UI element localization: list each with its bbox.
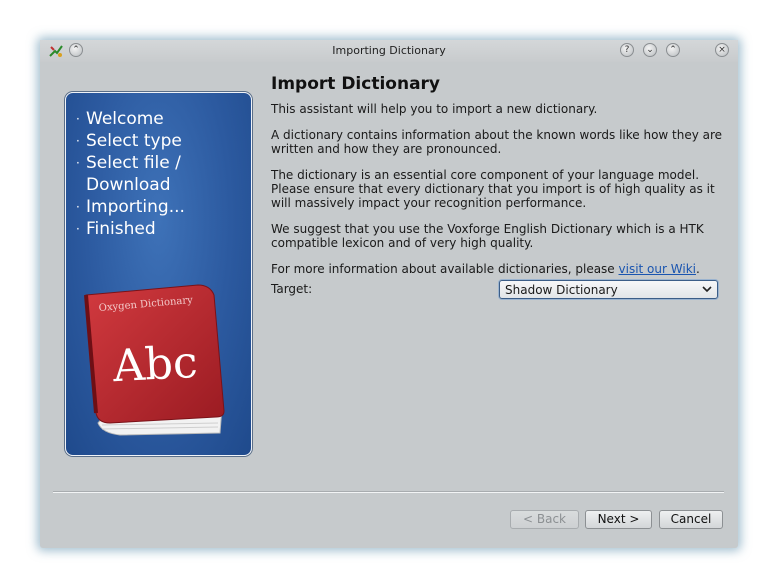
wizard-steps-list: · Welcome · Select type · Select file / Dow… xyxy=(76,108,185,240)
more-info-paragraph: For more information about available dic… xyxy=(271,262,700,276)
close-icon: × xyxy=(718,45,726,55)
title-bar[interactable]: ⌃ Importing Dictionary ? ⌄ ⌃ × xyxy=(40,40,738,62)
dictionary-book-icon: Oxygen Dictionary Abc xyxy=(84,284,225,436)
step-select-file: · Select file / xyxy=(76,153,181,173)
target-select[interactable]: Shadow Dictionary xyxy=(499,280,718,299)
target-select-value: Shadow Dictionary xyxy=(505,283,618,297)
import-dictionary-window: ⌃ Importing Dictionary ? ⌄ ⌃ × · Welcome … xyxy=(40,40,738,548)
maximize-button[interactable]: ⌃ xyxy=(666,43,680,57)
step-welcome: · Welcome xyxy=(76,109,164,129)
intro-paragraph: This assistant will help you to import a… xyxy=(271,102,598,116)
back-button[interactable]: < Back xyxy=(510,510,579,529)
wizard-page-content: Import Dictionary This assistant will he… xyxy=(271,74,723,304)
step-download: Download xyxy=(86,175,171,195)
cancel-button[interactable]: Cancel xyxy=(659,510,723,529)
chevron-down-icon: ⌄ xyxy=(646,45,654,55)
next-button[interactable]: Next > xyxy=(585,510,652,529)
book-cover-text: Abc xyxy=(111,337,199,392)
wizard-side-panel: · Welcome · Select type · Select file / Dow… xyxy=(65,92,252,456)
visit-wiki-link[interactable]: visit our Wiki xyxy=(619,262,696,276)
step-finished: · Finished xyxy=(76,219,156,239)
footer-divider xyxy=(53,491,724,493)
target-label: Target: xyxy=(271,282,313,296)
help-icon: ? xyxy=(624,45,630,55)
chevron-up-icon: ⌃ xyxy=(669,45,677,55)
step-select-type: · Select type xyxy=(76,131,182,151)
minimize-button[interactable]: ⌄ xyxy=(643,43,657,57)
target-row: Target: Shadow Dictionary xyxy=(271,280,723,304)
close-button[interactable]: × xyxy=(715,43,729,57)
quality-paragraph: The dictionary is an essential core comp… xyxy=(271,168,715,210)
chevron-down-icon xyxy=(702,286,712,293)
step-importing: · Importing... xyxy=(76,197,185,217)
help-button[interactable]: ? xyxy=(620,43,634,57)
page-title: Import Dictionary xyxy=(271,74,441,94)
description-paragraph: A dictionary contains information about … xyxy=(271,128,723,156)
suggestion-paragraph: We suggest that you use the Voxforge Eng… xyxy=(271,222,704,250)
